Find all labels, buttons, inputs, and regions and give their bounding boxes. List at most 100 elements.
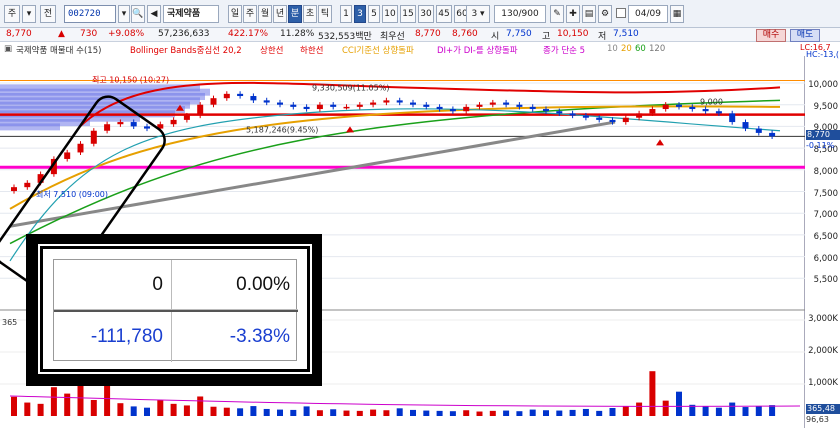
legend-lower[interactable]: 하한선	[300, 44, 323, 56]
date-checkbox[interactable]	[616, 8, 626, 18]
volume-bar	[250, 406, 257, 416]
candle-body	[489, 102, 496, 105]
volume-bar	[210, 406, 217, 416]
volume-bar	[130, 406, 137, 416]
price-info-bar: 8,770 ▲ 730 +9.08% 57,236,633 422.17% 11…	[0, 28, 840, 42]
volume-bar	[742, 407, 749, 416]
candle-body	[64, 152, 71, 159]
price-axis-tick: 9,500	[813, 101, 838, 112]
interval-select[interactable]: 3 ▾	[466, 5, 490, 23]
period-tab[interactable]: 틱	[318, 5, 332, 23]
period-tab[interactable]: 월	[258, 5, 272, 23]
legend-volume-profile[interactable]: 국제약품 매물대 수(15)	[16, 44, 101, 56]
candle-body	[210, 98, 217, 105]
candle-body	[104, 124, 111, 131]
period-tab[interactable]: 일	[228, 5, 242, 23]
legend-close-icon[interactable]: ▣	[4, 44, 12, 54]
volume-bar	[50, 387, 57, 416]
volume-axis-tick: 2,000K	[808, 346, 838, 356]
sell-button[interactable]: 매도	[790, 29, 820, 42]
minute-tab[interactable]: 15	[400, 5, 416, 23]
date-field[interactable]: 04/09	[628, 5, 668, 23]
candle-body	[396, 100, 403, 103]
candle-body	[676, 104, 682, 107]
volume-axis-tick: 1,000K	[808, 378, 838, 388]
sound-icon[interactable]: ◀	[147, 5, 161, 23]
price-axis-tick: 7,500	[813, 188, 838, 199]
candle-body	[596, 117, 603, 120]
period-tab[interactable]: 주	[243, 5, 257, 23]
search-icon[interactable]: 🔍	[131, 5, 145, 23]
volume-bar	[223, 407, 230, 416]
dropdown-arrow-icon[interactable]: ▾	[22, 5, 36, 23]
legend-ma-10[interactable]: 10	[607, 44, 618, 54]
candle-body	[263, 100, 270, 103]
legend-upper[interactable]: 상한선	[260, 44, 283, 56]
minute-tab[interactable]: 3	[354, 5, 366, 23]
candle-body	[582, 115, 589, 118]
gear-icon[interactable]: ⚙	[598, 5, 612, 23]
volume-bar	[11, 396, 17, 416]
candle-body	[476, 104, 483, 107]
minute-tab[interactable]: 45	[436, 5, 452, 23]
volume-bar	[769, 405, 776, 416]
minute-tab[interactable]: 30	[418, 5, 434, 23]
legend-dmi[interactable]: DI+가 DI-를 상향돌파	[437, 44, 518, 56]
position-pct: 0.00%	[172, 260, 298, 310]
chart-toolbar: 주 ▾ 전 002720 ▾ 🔍 ◀ 국제약품 일주월년분초틱 1 3 5 10 15 3…	[0, 0, 840, 28]
candle-body	[423, 104, 430, 107]
legend-ma[interactable]: 종가 단순 5	[543, 44, 585, 56]
legend-cci[interactable]: CCI기준선 상향돌파	[342, 44, 414, 56]
candle-body	[463, 106, 470, 112]
period-tab[interactable]: 분	[288, 5, 302, 23]
volume-bar	[529, 409, 536, 416]
candle-body	[436, 106, 443, 110]
buy-button[interactable]: 매수	[756, 29, 786, 42]
minute-tab[interactable]: 10	[382, 5, 398, 23]
legend-ma-120[interactable]: 120	[649, 44, 665, 54]
volume-axis-tick: 3,000K	[808, 314, 838, 324]
display-count-field[interactable]: 130/900	[494, 5, 546, 23]
volume-bar	[90, 400, 97, 416]
position-qty: 0	[54, 260, 172, 310]
period-tab[interactable]: 초	[303, 5, 317, 23]
stock-name-field[interactable]: 국제약품	[163, 5, 219, 23]
minute-tab[interactable]: 5	[368, 5, 380, 23]
volume-bar	[237, 408, 244, 416]
candle-body	[529, 106, 536, 110]
period-main-selector[interactable]: 주	[4, 5, 20, 23]
crosshair-icon[interactable]: ✚	[566, 5, 580, 23]
legend-ma-60[interactable]: 60	[635, 44, 646, 54]
legend-ma-20[interactable]: 20	[621, 44, 632, 54]
calendar-icon[interactable]: ▦	[670, 5, 684, 23]
code-dropdown-icon[interactable]: ▾	[118, 5, 130, 23]
minute-tab[interactable]: 1	[340, 5, 352, 23]
pnl-pct: -3.38%	[229, 326, 290, 347]
best-ask: 8,770	[415, 29, 441, 39]
candle-body	[383, 100, 390, 103]
candle-body	[410, 102, 416, 105]
candle-body	[130, 122, 137, 127]
best-bid: 8,760	[452, 29, 478, 39]
stock-code-input[interactable]: 002720	[64, 5, 116, 23]
legend-bollinger[interactable]: Bollinger Bands중심선 20,2	[130, 44, 242, 56]
volume-bar	[410, 409, 416, 416]
candle-body	[662, 104, 669, 110]
position-overlay: 0 0.00% -111,780 -3.38%	[26, 234, 322, 386]
trade-amount: 532,553백만	[318, 32, 372, 42]
chart-list-icon[interactable]: ▤	[582, 5, 596, 23]
candle-body	[622, 117, 629, 123]
candle-body	[689, 106, 696, 110]
candle-body	[197, 104, 204, 116]
volume-bar	[556, 410, 563, 416]
candle-body	[77, 143, 84, 153]
period-tab[interactable]: 년	[273, 5, 287, 23]
draw-tool-icon[interactable]: ✎	[550, 5, 564, 23]
candle-body	[556, 111, 563, 114]
volume-bar	[370, 409, 377, 416]
volume-bar	[144, 407, 150, 416]
period-sub-selector[interactable]: 전	[40, 5, 56, 23]
turnover-pct: 11.28%	[280, 29, 315, 39]
candle-body	[237, 93, 244, 97]
trade-volume: 57,236,633	[158, 29, 210, 39]
